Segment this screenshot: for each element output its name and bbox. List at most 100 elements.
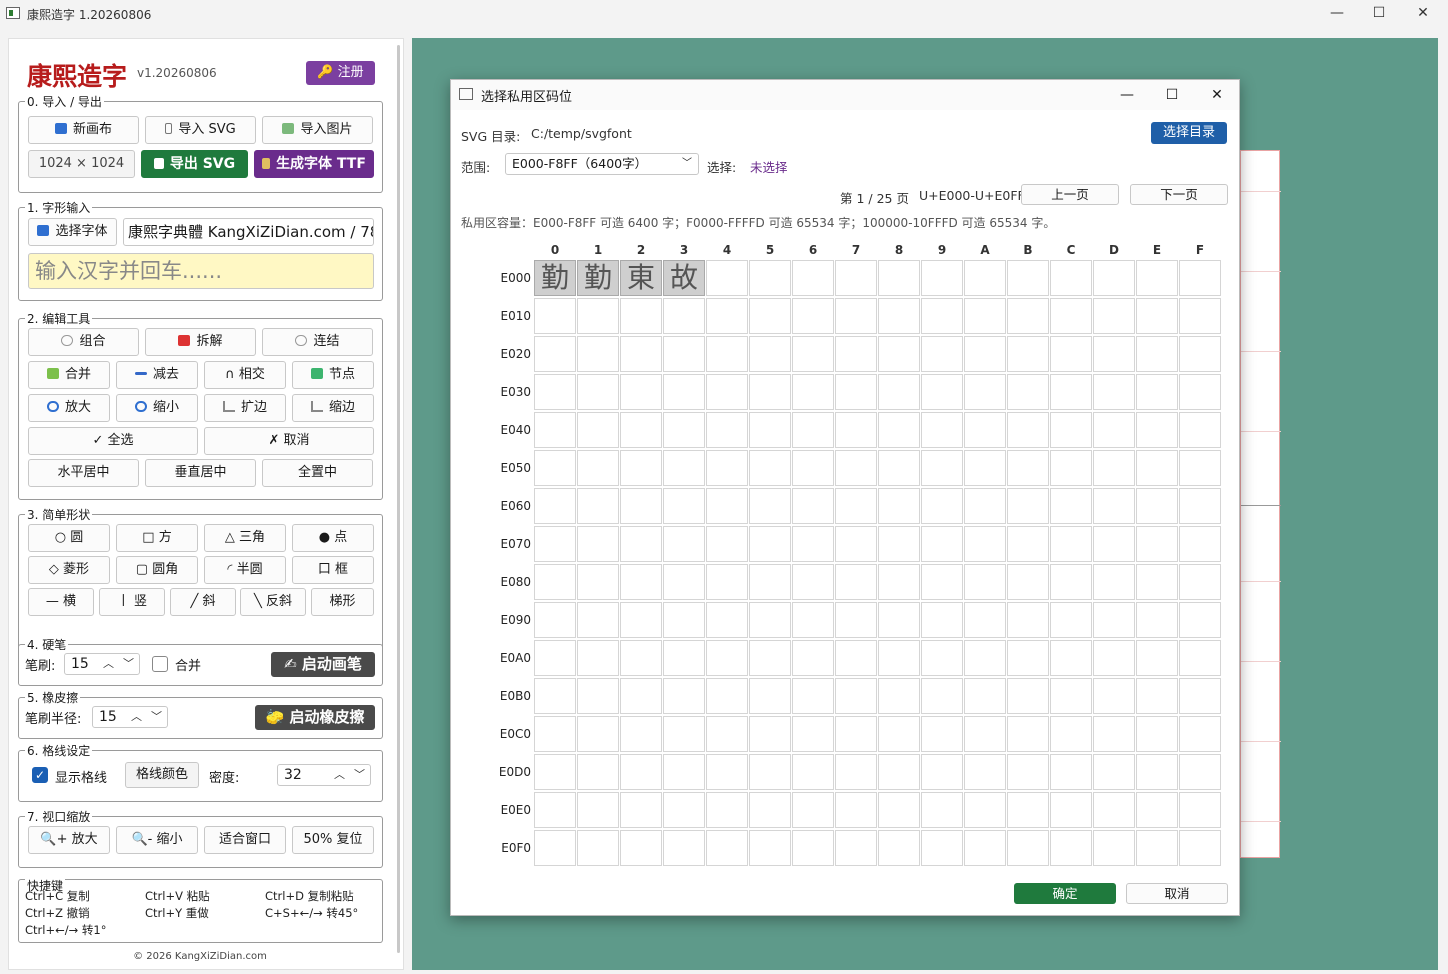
code-point-cell[interactable] <box>1050 450 1092 486</box>
code-point-cell[interactable] <box>1050 792 1092 828</box>
code-point-cell[interactable] <box>534 640 576 676</box>
choose-dir-button[interactable]: 选择目录 <box>1151 122 1227 144</box>
code-point-cell[interactable] <box>835 260 877 296</box>
code-point-cell[interactable] <box>620 754 662 790</box>
code-point-cell[interactable] <box>921 678 963 714</box>
build-ttf-button[interactable]: 生成字体 TTF <box>254 150 374 178</box>
code-point-cell[interactable] <box>878 640 920 676</box>
code-point-cell[interactable] <box>878 450 920 486</box>
code-point-cell[interactable] <box>620 526 662 562</box>
code-point-cell[interactable] <box>534 754 576 790</box>
code-point-cell[interactable] <box>577 564 619 600</box>
code-point-cell[interactable] <box>749 526 791 562</box>
code-point-cell[interactable] <box>1093 526 1135 562</box>
select-all-button[interactable]: ✓ 全选 <box>28 427 198 455</box>
minimize-icon[interactable]: — <box>1107 82 1147 108</box>
code-point-cell[interactable] <box>878 602 920 638</box>
rounded-rect-button[interactable]: ▢ 圆角 <box>116 556 198 584</box>
code-point-cell[interactable] <box>706 678 748 714</box>
code-point-cell[interactable] <box>835 830 877 866</box>
export-svg-button[interactable]: 导出 SVG <box>141 150 248 178</box>
combine-button[interactable]: 组合 <box>28 328 139 356</box>
code-point-cell[interactable] <box>1007 412 1049 448</box>
code-point-cell[interactable] <box>620 450 662 486</box>
code-point-cell[interactable] <box>620 602 662 638</box>
code-point-cell[interactable] <box>1007 830 1049 866</box>
code-point-cell[interactable] <box>921 298 963 334</box>
code-point-cell[interactable] <box>749 678 791 714</box>
code-point-cell[interactable] <box>1093 488 1135 524</box>
code-point-cell[interactable] <box>878 336 920 372</box>
code-point-cell[interactable] <box>878 412 920 448</box>
backslash-button[interactable]: ╲ 反斜 <box>240 588 306 616</box>
expand-button[interactable]: 扩边 <box>204 394 286 422</box>
code-point-cell[interactable] <box>663 336 705 372</box>
code-point-cell[interactable] <box>749 374 791 410</box>
code-point-cell[interactable] <box>1050 602 1092 638</box>
code-point-cell[interactable] <box>1050 412 1092 448</box>
code-point-cell[interactable] <box>1179 336 1221 372</box>
code-point-cell[interactable] <box>1093 678 1135 714</box>
code-point-cell[interactable] <box>1136 602 1178 638</box>
code-point-cell[interactable] <box>620 640 662 676</box>
code-point-cell[interactable] <box>964 412 1006 448</box>
viewport-zoom-in-button[interactable]: 🔍+ 放大 <box>28 826 110 854</box>
code-point-cell[interactable] <box>1093 374 1135 410</box>
code-point-cell[interactable] <box>749 564 791 600</box>
code-point-cell[interactable] <box>1179 374 1221 410</box>
code-point-cell[interactable] <box>1050 564 1092 600</box>
code-point-cell[interactable] <box>1093 792 1135 828</box>
code-point-cell[interactable] <box>1050 830 1092 866</box>
code-point-cell[interactable] <box>749 602 791 638</box>
code-point-cell[interactable] <box>1093 754 1135 790</box>
shrink-button[interactable]: 缩边 <box>292 394 374 422</box>
code-point-cell[interactable] <box>749 754 791 790</box>
code-point-cell[interactable] <box>534 830 576 866</box>
code-point-cell[interactable] <box>964 640 1006 676</box>
close-icon[interactable]: ✕ <box>1197 82 1237 108</box>
code-point-cell[interactable] <box>620 298 662 334</box>
code-point-cell[interactable] <box>921 640 963 676</box>
code-point-cell[interactable] <box>921 716 963 752</box>
code-point-cell[interactable] <box>1136 640 1178 676</box>
code-point-cell[interactable] <box>663 602 705 638</box>
next-page-button[interactable]: 下一页 <box>1130 184 1228 205</box>
code-point-cell[interactable] <box>706 830 748 866</box>
code-point-cell[interactable] <box>577 830 619 866</box>
code-point-cell[interactable] <box>1007 678 1049 714</box>
ok-button[interactable]: 确定 <box>1014 883 1116 904</box>
code-point-cell[interactable] <box>792 602 834 638</box>
choose-font-button[interactable]: 选择字体 <box>28 218 117 246</box>
code-point-cell[interactable] <box>921 830 963 866</box>
code-point-cell[interactable] <box>706 564 748 600</box>
code-point-cell[interactable] <box>1136 374 1178 410</box>
code-point-cell[interactable] <box>792 336 834 372</box>
code-point-cell[interactable] <box>663 412 705 448</box>
code-point-cell[interactable] <box>1093 716 1135 752</box>
reset-zoom-button[interactable]: 50% 复位 <box>292 826 374 854</box>
code-point-cell[interactable] <box>964 678 1006 714</box>
code-point-cell[interactable] <box>921 412 963 448</box>
code-point-cell[interactable] <box>1007 792 1049 828</box>
chevron-down-icon[interactable]: ﹀ <box>151 707 162 727</box>
code-point-cell[interactable] <box>792 488 834 524</box>
chevron-down-icon[interactable]: ﹀ <box>123 654 134 674</box>
code-point-cell[interactable] <box>663 640 705 676</box>
import-svg-button[interactable]: 导入 SVG <box>145 116 256 144</box>
code-point-cell[interactable] <box>835 374 877 410</box>
code-point-cell[interactable] <box>964 336 1006 372</box>
code-point-cell[interactable] <box>1050 716 1092 752</box>
code-point-cell[interactable] <box>964 450 1006 486</box>
code-point-cell[interactable] <box>706 450 748 486</box>
code-point-cell[interactable] <box>577 298 619 334</box>
code-point-cell[interactable] <box>1093 602 1135 638</box>
code-point-cell[interactable] <box>1007 564 1049 600</box>
fit-window-button[interactable]: 适合窗口 <box>204 826 286 854</box>
code-point-cell[interactable] <box>1007 374 1049 410</box>
code-point-cell[interactable] <box>706 792 748 828</box>
code-point-cell[interactable] <box>1179 488 1221 524</box>
code-point-cell[interactable] <box>792 678 834 714</box>
code-point-cell[interactable] <box>706 716 748 752</box>
code-point-cell[interactable] <box>1050 488 1092 524</box>
close-icon[interactable]: ✕ <box>1400 0 1446 28</box>
